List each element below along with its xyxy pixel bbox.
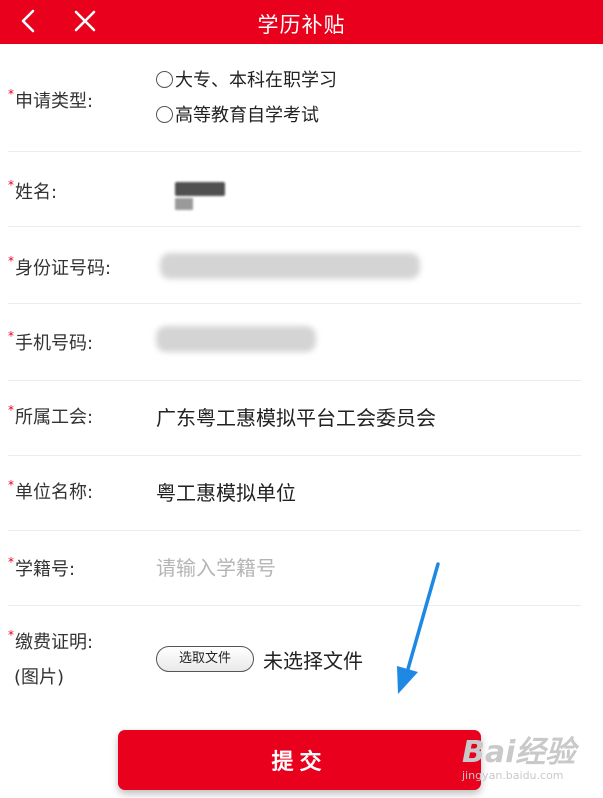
required-mark: *	[8, 178, 14, 192]
student-id-label: *学籍号:	[8, 555, 75, 581]
company-label-text: 单位名称:	[15, 482, 94, 503]
name-row: *姓名:	[8, 152, 581, 227]
id-number-label: *身份证号码:	[8, 254, 111, 280]
radio-option-parttime[interactable]: 大专、本科在职学习	[156, 66, 337, 92]
payment-proof-label: *缴费证明:	[8, 628, 93, 654]
payment-proof-row: *缴费证明: (图片) 选取文件 未选择文件	[8, 606, 581, 716]
id-number-row: *身份证号码:	[8, 227, 581, 304]
phone-label-text: 手机号码:	[15, 333, 94, 354]
name-label: *姓名:	[8, 178, 57, 204]
required-mark: *	[8, 254, 14, 268]
phone-label: *手机号码:	[8, 329, 93, 355]
radio-option-label: 大专、本科在职学习	[175, 70, 337, 91]
watermark-url: jingyan.baidu.com	[462, 769, 564, 782]
watermark-brand: Bai经验	[462, 735, 576, 770]
union-value[interactable]: 广东粤工惠模拟平台工会委员会	[156, 402, 436, 431]
file-status: 未选择文件	[263, 649, 363, 673]
id-number-label-text: 身份证号码:	[15, 258, 112, 279]
company-row: *单位名称: 粤工惠模拟单位	[8, 456, 581, 531]
radio-option-label: 高等教育自学考试	[175, 105, 319, 126]
company-value[interactable]: 粤工惠模拟单位	[156, 477, 296, 506]
payment-proof-label-text: 缴费证明:	[15, 632, 94, 653]
required-mark: *	[8, 478, 14, 492]
choose-file-button[interactable]: 选取文件	[156, 646, 254, 672]
payment-proof-sublabel: (图片)	[14, 667, 65, 688]
radio-button[interactable]	[156, 70, 173, 88]
required-mark: *	[8, 87, 14, 101]
id-number-value-redacted[interactable]	[160, 253, 420, 279]
required-mark: *	[8, 403, 14, 417]
union-label-text: 所属工会:	[15, 407, 94, 428]
name-label-text: 姓名:	[15, 182, 58, 203]
company-label: *单位名称:	[8, 478, 93, 504]
arrow-down-icon	[397, 562, 440, 694]
required-mark: *	[8, 555, 14, 569]
union-label: *所属工会:	[8, 403, 93, 429]
required-mark: *	[8, 329, 14, 343]
page-title: 学历补贴	[257, 13, 346, 37]
apply-type-label-text: 申请类型:	[15, 91, 94, 112]
student-id-row: *学籍号: 请输入学籍号	[8, 531, 581, 606]
apply-type-label: *申请类型:	[8, 87, 93, 113]
radio-option-selfexam[interactable]: 高等教育自学考试	[156, 101, 319, 127]
watermark: Bai经验 jingyan.baidu.com	[462, 727, 575, 782]
phone-value-redacted[interactable]	[156, 326, 316, 352]
phone-row: *手机号码:	[8, 304, 581, 381]
union-row: *所属工会: 广东粤工惠模拟平台工会委员会	[8, 381, 581, 456]
student-id-label-text: 学籍号:	[15, 559, 76, 580]
apply-type-row: *申请类型: 大专、本科在职学习 高等教育自学考试	[8, 44, 581, 152]
radio-button[interactable]	[156, 105, 173, 123]
submit-button[interactable]: 提交	[118, 730, 481, 790]
student-id-input[interactable]: 请输入学籍号	[156, 552, 276, 581]
top-bar: 学历补贴	[0, 0, 603, 44]
required-mark: *	[8, 628, 14, 642]
